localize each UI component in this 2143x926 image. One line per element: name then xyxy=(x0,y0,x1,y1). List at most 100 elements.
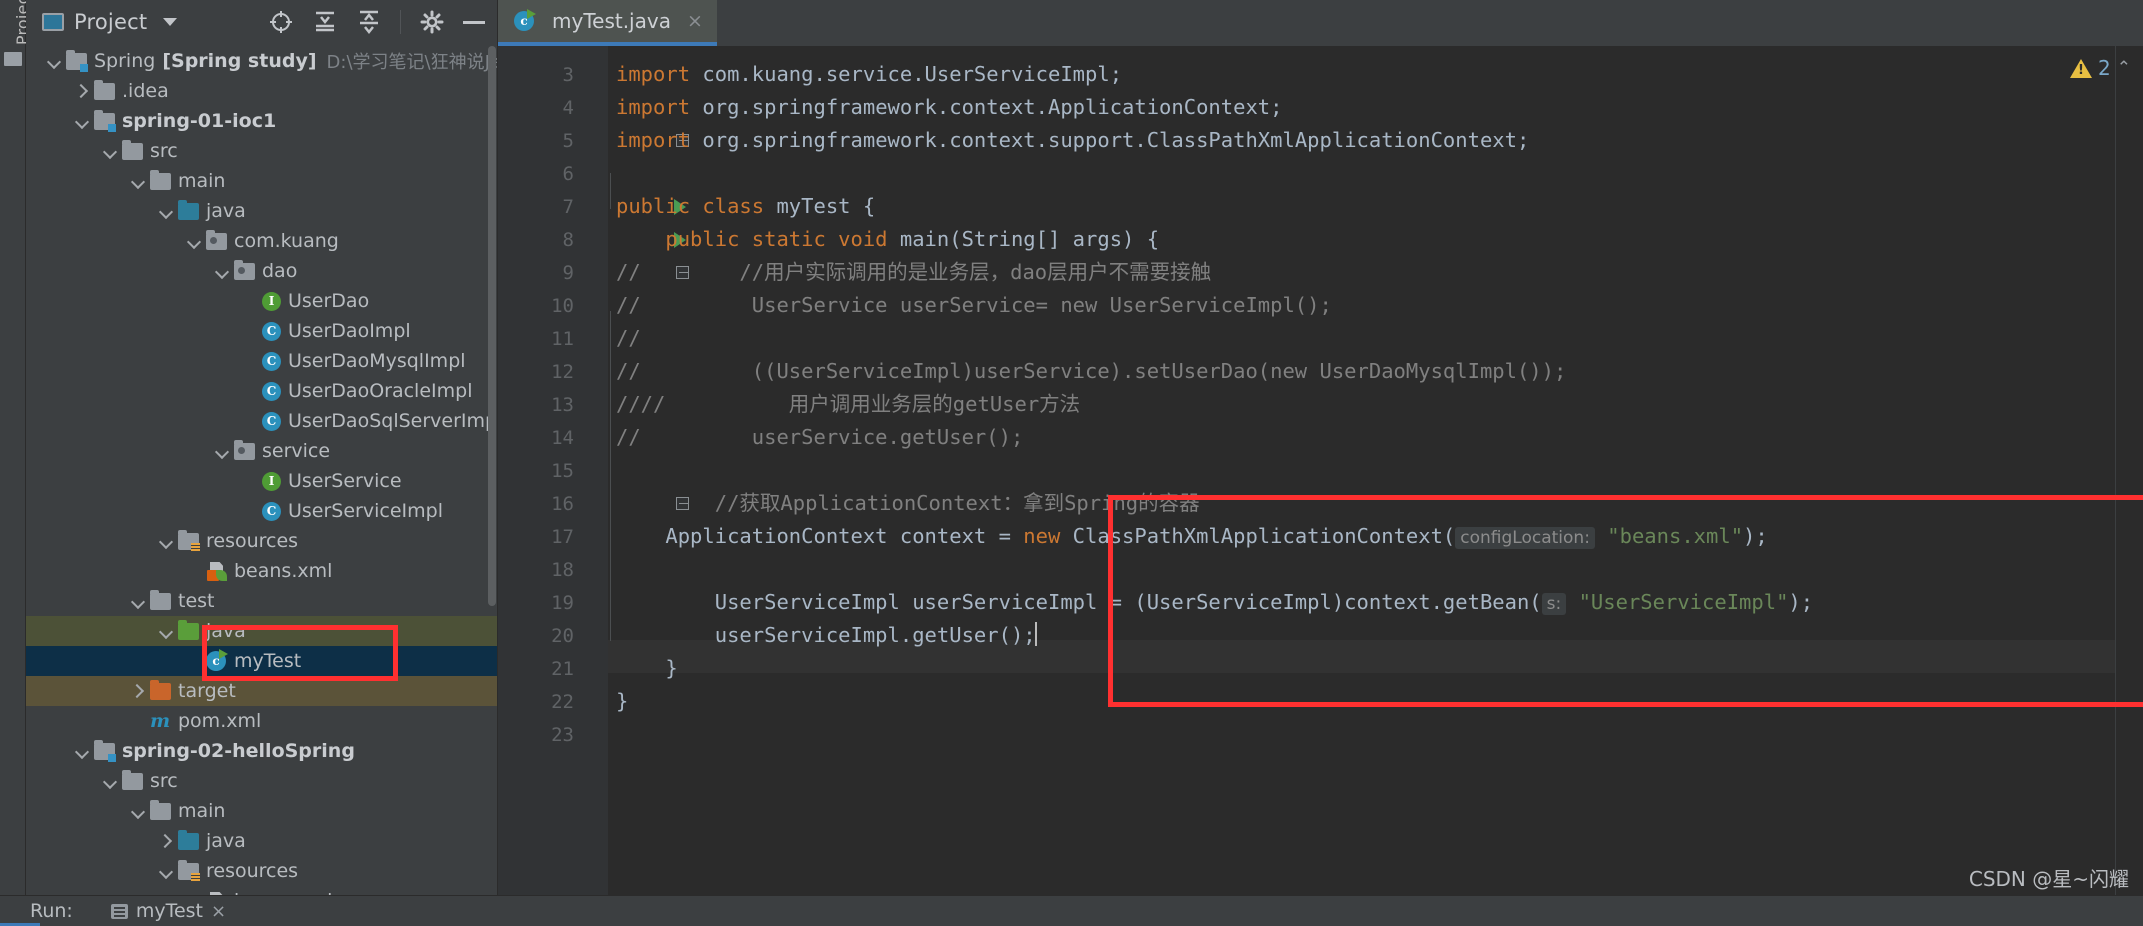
tree-node-userdaosqlserverimpl[interactable]: C UserDaoSqlServerImpl xyxy=(26,406,497,436)
chevron-down-icon[interactable] xyxy=(130,593,146,609)
run-configuration-tab[interactable]: myTest × xyxy=(110,900,226,922)
tree-node--idea[interactable]: .idea xyxy=(26,76,497,106)
tree-node-resources[interactable]: resources xyxy=(26,856,497,886)
tree-node-label: beans.xml xyxy=(234,560,333,582)
test-source-folder-icon xyxy=(178,619,199,640)
chevron-down-icon[interactable] xyxy=(214,443,230,459)
class-icon: C xyxy=(262,321,281,341)
chevron-down-icon[interactable] xyxy=(102,773,118,789)
tree-node-spring-02-hellospring[interactable]: spring-02-helloSpring xyxy=(26,736,497,766)
tree-node-label: src xyxy=(150,770,178,792)
structure-tool-icon[interactable] xyxy=(4,52,22,66)
chevron-down-icon[interactable] xyxy=(158,623,174,639)
tree-node-pom-xml[interactable]: m pom.xml xyxy=(26,706,497,736)
tree-node-spring-01-ioc1[interactable]: spring-01-ioc1 xyxy=(26,106,497,136)
chevron-down-icon[interactable] xyxy=(130,173,146,189)
line-number: 15 xyxy=(551,460,574,482)
collapse-all-icon[interactable] xyxy=(312,9,338,35)
code-line-17: ApplicationContext context = new ClassPa… xyxy=(616,524,1768,549)
line-number: 8 xyxy=(562,229,574,251)
project-toolbar: Project xyxy=(26,0,497,44)
line-number: 9 xyxy=(562,262,574,284)
warning-count: 2 xyxy=(2098,56,2111,80)
tree-node-java[interactable]: java xyxy=(26,616,497,646)
tree-node-userserviceimpl[interactable]: C UserServiceImpl xyxy=(26,496,497,526)
project-scrollbar[interactable] xyxy=(487,46,497,886)
code-content[interactable]: import com.kuang.service.UserServiceImpl… xyxy=(616,46,2143,895)
fold-region-line-2 xyxy=(610,311,611,641)
chevron-down-icon[interactable] xyxy=(102,143,118,159)
tree-node-service[interactable]: service xyxy=(26,436,497,466)
gear-icon[interactable] xyxy=(419,9,445,35)
editor-tab-mytest-java[interactable]: myTest.java × xyxy=(498,0,717,46)
chevron-down-icon[interactable] xyxy=(163,18,178,26)
package-icon xyxy=(234,439,255,460)
line-number: 22 xyxy=(551,691,574,713)
chevron-down-icon[interactable] xyxy=(130,803,146,819)
tree-node-userservice[interactable]: I UserService xyxy=(26,466,497,496)
chevron-down-icon[interactable] xyxy=(214,263,230,279)
tree-node-resources[interactable]: resources xyxy=(26,526,497,556)
tree-node-userdaomysqlimpl[interactable]: C UserDaoMysqlImpl xyxy=(26,346,497,376)
tree-node-src[interactable]: src xyxy=(26,766,497,796)
chevron-down-icon[interactable] xyxy=(74,743,90,759)
line-number: 14 xyxy=(551,427,574,449)
interface-icon: I xyxy=(262,471,281,491)
tree-node-mytest[interactable]: myTest xyxy=(26,646,497,676)
editor-tab-label: myTest.java xyxy=(552,9,671,33)
tree-node-java[interactable]: java xyxy=(26,196,497,226)
text-caret xyxy=(1034,622,1037,646)
chevron-down-icon[interactable] xyxy=(74,113,90,129)
close-icon[interactable]: × xyxy=(211,901,226,922)
hide-panel-icon[interactable] xyxy=(463,20,485,24)
editor-body[interactable]: 3 4 5 6 7 8 9 10 11 12 13 14 15 16 17 18 19 20 21 22 23 impo… xyxy=(498,46,2143,895)
chevron-down-icon[interactable] xyxy=(46,53,62,69)
folder-icon xyxy=(150,589,171,610)
tree-node-spring[interactable]: Spring [Spring study] D:\学习笔记\狂神说Java\S xyxy=(26,46,497,76)
code-line-5: import org.springframework.context.suppo… xyxy=(616,128,1530,152)
editor-fold-gutter[interactable] xyxy=(584,46,689,895)
editor-gutter[interactable]: 3 4 5 6 7 8 9 10 11 12 13 14 15 16 17 18 19 20 21 22 23 xyxy=(498,46,584,895)
chevron-down-icon[interactable] xyxy=(186,233,202,249)
tree-node-main[interactable]: main xyxy=(26,796,497,826)
tree-node-label: UserServiceImpl xyxy=(288,500,443,522)
tree-node-beans-xml[interactable]: beans.xml xyxy=(26,556,497,586)
project-toolbar-actions xyxy=(268,9,489,35)
tree-node-userdaooracleimpl[interactable]: C UserDaoOracleImpl xyxy=(26,376,497,406)
tree-node-label: main xyxy=(178,800,226,822)
chevron-down-icon[interactable] xyxy=(158,533,174,549)
inspection-gutter[interactable] xyxy=(2115,46,2143,895)
chevron-down-icon[interactable] xyxy=(158,203,174,219)
locate-target-icon[interactable] xyxy=(268,9,294,35)
folder-icon xyxy=(94,79,115,100)
code-line-14: // userService.getUser(); xyxy=(616,425,1024,449)
close-icon[interactable]: × xyxy=(687,10,703,32)
resources-folder-icon xyxy=(178,859,200,882)
chevron-right-icon[interactable] xyxy=(74,83,90,99)
tree-node-main[interactable]: main xyxy=(26,166,497,196)
chevron-up-icon[interactable]: ⌃ xyxy=(2117,58,2131,78)
project-tree[interactable]: Spring [Spring study] D:\学习笔记\狂神说Java\S .id… xyxy=(26,44,497,895)
tree-node-dao[interactable]: dao xyxy=(26,256,497,286)
tree-node-userdaoimpl[interactable]: C UserDaoImpl xyxy=(26,316,497,346)
tree-node-java[interactable]: java xyxy=(26,826,497,856)
tree-node-src[interactable]: src xyxy=(26,136,497,166)
line-number: 7 xyxy=(562,196,574,218)
inspection-warning-widget[interactable]: 2 ⌃ xyxy=(2070,56,2131,80)
run-tool-window-label[interactable]: Run: xyxy=(30,900,73,922)
tree-node-userdao[interactable]: I UserDao xyxy=(26,286,497,316)
chevron-right-icon[interactable] xyxy=(158,833,174,849)
chevron-right-icon[interactable] xyxy=(130,683,146,699)
chevron-down-icon[interactable] xyxy=(158,863,174,879)
tree-node-label: UserDaoMysqlImpl xyxy=(288,350,466,372)
code-line-10: // UserService userService= new UserServ… xyxy=(616,293,1332,317)
expand-all-icon[interactable] xyxy=(356,9,382,35)
tree-node-test[interactable]: test xyxy=(26,586,497,616)
project-scrollbar-thumb[interactable] xyxy=(488,46,496,606)
code-line-13: //// 用户调用业务层的getUser方法 xyxy=(616,392,1081,416)
tree-node-beans-xml[interactable]: beans.xml xyxy=(26,886,497,895)
tree-node-com-kuang[interactable]: com.kuang xyxy=(26,226,497,256)
tree-node-label: pom.xml xyxy=(178,710,262,732)
tree-node-target[interactable]: target xyxy=(26,676,497,706)
